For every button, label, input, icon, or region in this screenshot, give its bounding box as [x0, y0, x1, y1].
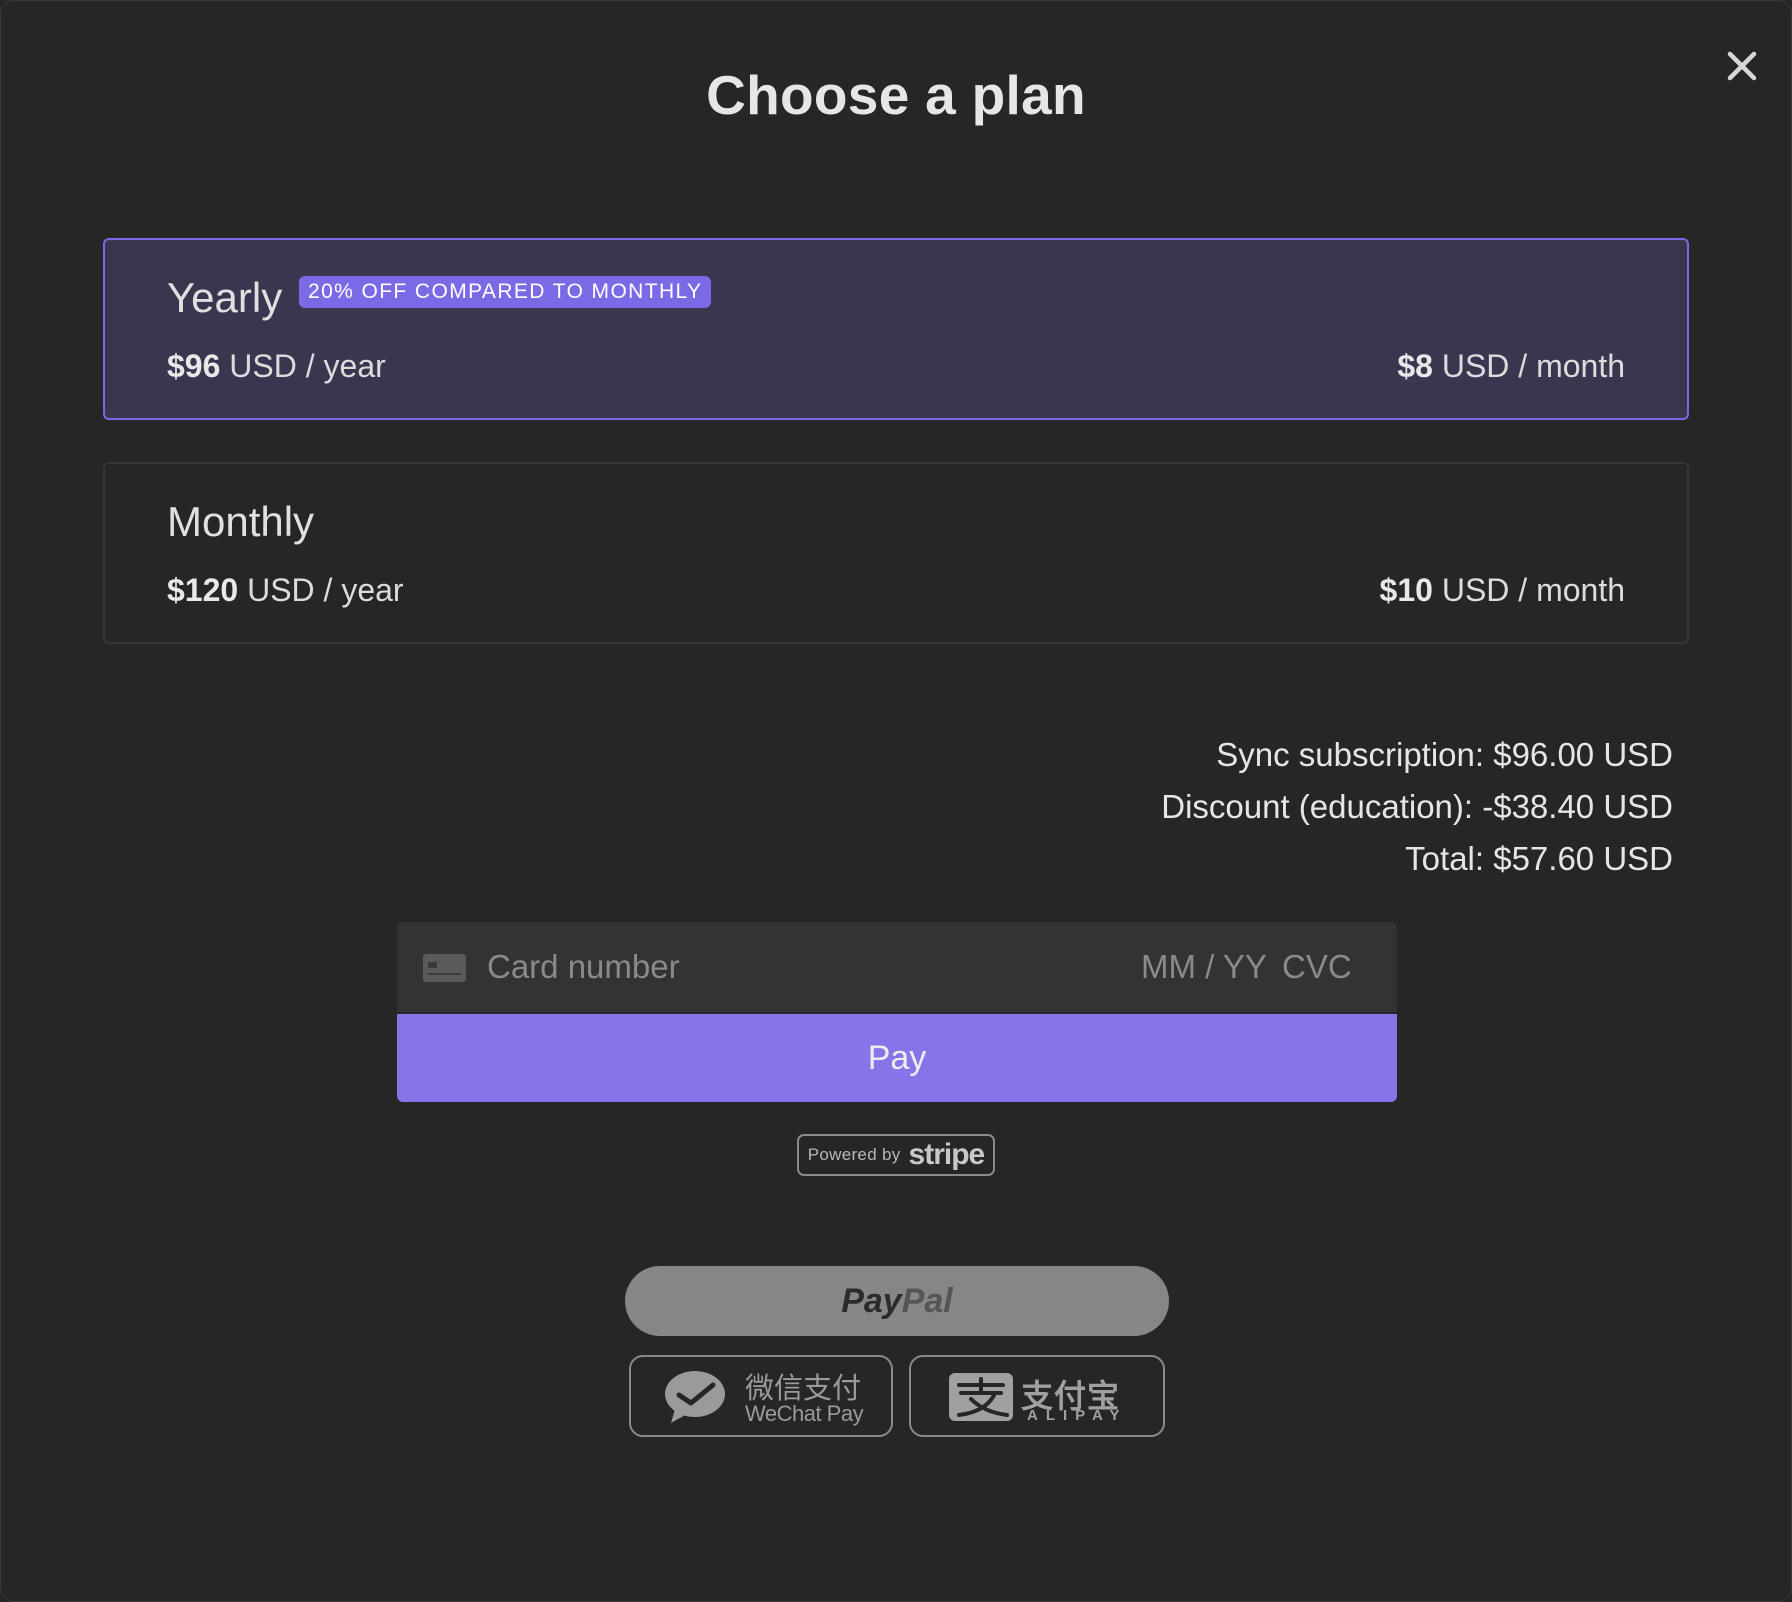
- price-per-month: $10 USD / month: [1380, 572, 1625, 609]
- plan-option-monthly[interactable]: Monthly $120 USD / year $10 USD / month: [103, 462, 1689, 644]
- price-year-amount: $96: [167, 348, 221, 384]
- price-year-amount: $120: [167, 572, 239, 608]
- powered-by-label: Powered by: [807, 1145, 901, 1164]
- paypal-button[interactable]: PayPal: [625, 1266, 1169, 1336]
- plan-name: Yearly: [167, 274, 283, 321]
- powered-by-stripe-link[interactable]: Powered by stripe: [797, 1134, 995, 1176]
- discount-badge: 20% OFF COMPARED TO MONTHLY: [299, 276, 712, 308]
- alipay-en-label: ALIPAY: [1027, 1407, 1128, 1424]
- discount-line: Discount (education): -$38.40 USD: [1161, 788, 1673, 825]
- price-per-year: $120 USD / year: [167, 572, 404, 609]
- stripe-logo: stripe: [908, 1138, 986, 1171]
- dialog-title: Choose a plan: [706, 64, 1086, 126]
- card-cvc-input[interactable]: [1282, 922, 1382, 1012]
- card-expiry-input[interactable]: [1141, 922, 1271, 1012]
- paypal-logo-part1: Pay: [841, 1282, 902, 1320]
- subscription-line: Sync subscription: $96.00 USD: [1216, 736, 1673, 773]
- credit-card-icon: [423, 954, 466, 982]
- wechat-pay-en-label: WeChat Pay: [745, 1401, 864, 1426]
- card-input-group: [397, 922, 1397, 1012]
- price-month-amount: $8: [1397, 348, 1433, 384]
- alipay-button[interactable]: 支付宝 ALIPAY: [909, 1355, 1165, 1437]
- pay-button[interactable]: Pay: [397, 1014, 1397, 1102]
- order-summary: Sync subscription: $96.00 USD Discount (…: [1161, 729, 1673, 885]
- price-month-suffix: USD / month: [1432, 572, 1625, 608]
- price-per-year: $96 USD / year: [167, 348, 386, 385]
- choose-plan-dialog: Choose a plan Yearly 20% OFF COMPARED TO…: [0, 0, 1792, 1602]
- wechat-pay-button[interactable]: 微信支付 WeChat Pay: [629, 1355, 893, 1437]
- total-line: Total: $57.60 USD: [1405, 840, 1673, 877]
- price-year-suffix: USD / year: [238, 572, 404, 608]
- card-number-input[interactable]: [487, 922, 1087, 1012]
- wechat-pay-icon: [661, 1369, 731, 1427]
- plan-name: Monthly: [167, 498, 315, 545]
- paypal-logo-part2: Pal: [901, 1282, 953, 1320]
- price-month-suffix: USD / month: [1432, 348, 1625, 384]
- price-per-month: $8 USD / month: [1397, 348, 1625, 385]
- plan-option-yearly[interactable]: Yearly 20% OFF COMPARED TO MONTHLY $96 U…: [103, 238, 1689, 420]
- alipay-icon: [949, 1373, 1013, 1421]
- price-month-amount: $10: [1379, 572, 1433, 608]
- price-year-suffix: USD / year: [220, 348, 386, 384]
